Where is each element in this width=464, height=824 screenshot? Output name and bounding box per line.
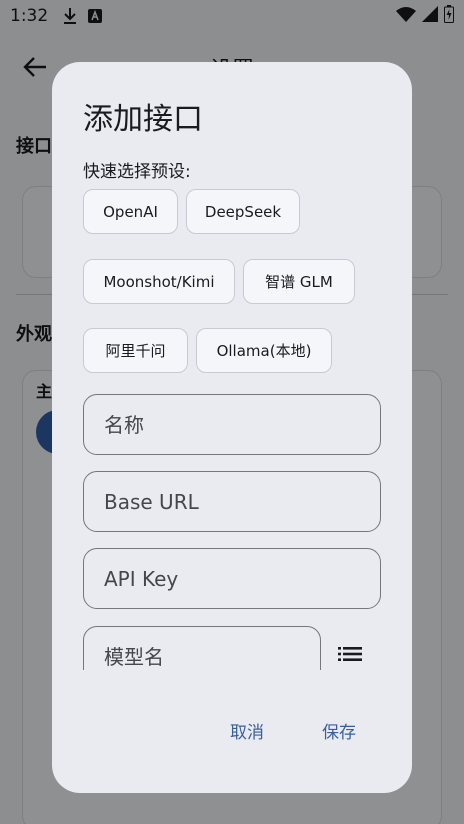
preset-label: 快速选择预设:: [83, 162, 191, 182]
api-key-field[interactable]: [83, 548, 381, 609]
name-field[interactable]: [83, 394, 381, 455]
name-input[interactable]: [104, 412, 380, 437]
model-list-button[interactable]: [336, 645, 364, 667]
list-icon: [338, 646, 362, 666]
cancel-button[interactable]: 取消: [230, 718, 264, 743]
save-button[interactable]: 保存: [322, 718, 356, 743]
preset-chip-qianwen[interactable]: 阿里千问: [83, 328, 188, 373]
add-interface-dialog: 添加接口 快速选择预设: OpenAI DeepSeek Moonshot/Ki…: [52, 62, 412, 793]
base-url-field[interactable]: [83, 471, 381, 532]
dialog-title: 添加接口: [83, 102, 203, 137]
preset-chip-deepseek[interactable]: DeepSeek: [186, 189, 300, 234]
preset-chip-ollama[interactable]: Ollama(本地): [196, 328, 332, 373]
base-url-input[interactable]: [104, 489, 380, 514]
preset-chip-zhipu[interactable]: 智谱 GLM: [243, 259, 355, 304]
model-field[interactable]: [83, 626, 321, 670]
model-input[interactable]: [104, 644, 320, 669]
preset-chip-moonshot[interactable]: Moonshot/Kimi: [83, 259, 235, 304]
preset-chip-openai[interactable]: OpenAI: [83, 189, 178, 234]
api-key-input[interactable]: [104, 566, 380, 591]
